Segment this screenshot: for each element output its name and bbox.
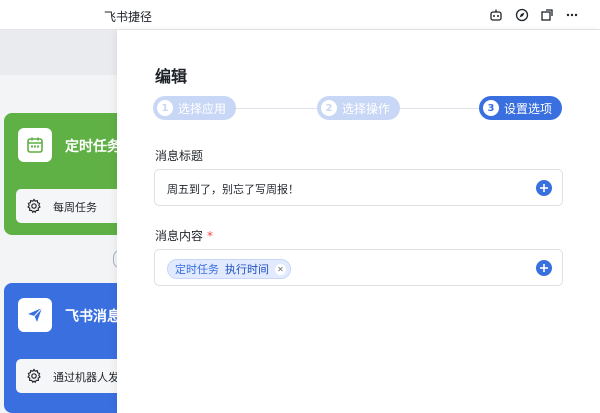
action-card-feishu-message[interactable]: 飞书消息 通过机器人发 <box>4 283 134 413</box>
app-title: 飞书捷径 <box>104 10 153 24</box>
step-label: 设置选项 <box>504 101 553 116</box>
step-label: 选择应用 <box>178 101 227 116</box>
plus-icon <box>540 264 548 272</box>
variable-tag-source: 定时任务 <box>175 263 219 276</box>
required-mark: * <box>207 229 214 243</box>
message-title-label: 消息标题 <box>155 149 204 163</box>
message-content-label: 消息内容 * <box>155 227 213 244</box>
variable-tag-field: 执行时间 <box>225 263 269 276</box>
panel-title: 编辑 <box>155 67 188 86</box>
trigger-card-scheduled-task[interactable]: 定时任务 每周任务 <box>4 113 134 235</box>
step-progress: 1 选择应用 2 选择操作 3 设置选项 <box>153 96 563 120</box>
remove-tag-icon[interactable]: ✕ <box>275 263 286 275</box>
title-bar: 飞书捷径 <box>0 0 600 30</box>
step-select-action[interactable]: 2 选择操作 <box>317 96 401 120</box>
card-title: 飞书消息 <box>65 309 121 325</box>
card-config-label: 通过机器人发 <box>53 371 119 384</box>
step-number: 1 <box>157 100 173 116</box>
message-title-value: 周五到了，别忘了写周报！ <box>167 183 299 196</box>
step-number: 3 <box>483 100 499 116</box>
robot-icon[interactable] <box>488 7 504 23</box>
step-select-app[interactable]: 1 选择应用 <box>153 96 237 120</box>
gear-icon <box>27 368 41 384</box>
card-title: 定时任务 <box>65 139 121 155</box>
add-variable-button[interactable] <box>536 180 552 196</box>
message-content-input[interactable]: 定时任务 执行时间 ✕ <box>154 249 563 286</box>
step-number: 2 <box>321 100 337 116</box>
gear-icon <box>27 198 41 214</box>
step-set-options[interactable]: 3 设置选项 <box>479 96 563 120</box>
message-content-label-text: 消息内容 <box>155 229 204 243</box>
compass-icon[interactable] <box>514 7 530 23</box>
paper-plane-icon <box>18 298 52 332</box>
window-icon[interactable] <box>539 7 555 23</box>
card-config-label: 每周任务 <box>53 201 97 214</box>
step-label: 选择操作 <box>342 101 391 116</box>
variable-tag[interactable]: 定时任务 执行时间 ✕ <box>167 259 291 279</box>
edit-panel: 编辑 1 选择应用 2 选择操作 3 设置选项 消息标题 周五到了，别忘了写周报… <box>117 30 600 413</box>
calendar-icon <box>18 128 52 162</box>
message-title-input[interactable]: 周五到了，别忘了写周报！ <box>154 169 563 206</box>
add-variable-button[interactable] <box>536 260 552 276</box>
more-icon[interactable] <box>564 7 580 23</box>
plus-icon <box>540 184 548 192</box>
